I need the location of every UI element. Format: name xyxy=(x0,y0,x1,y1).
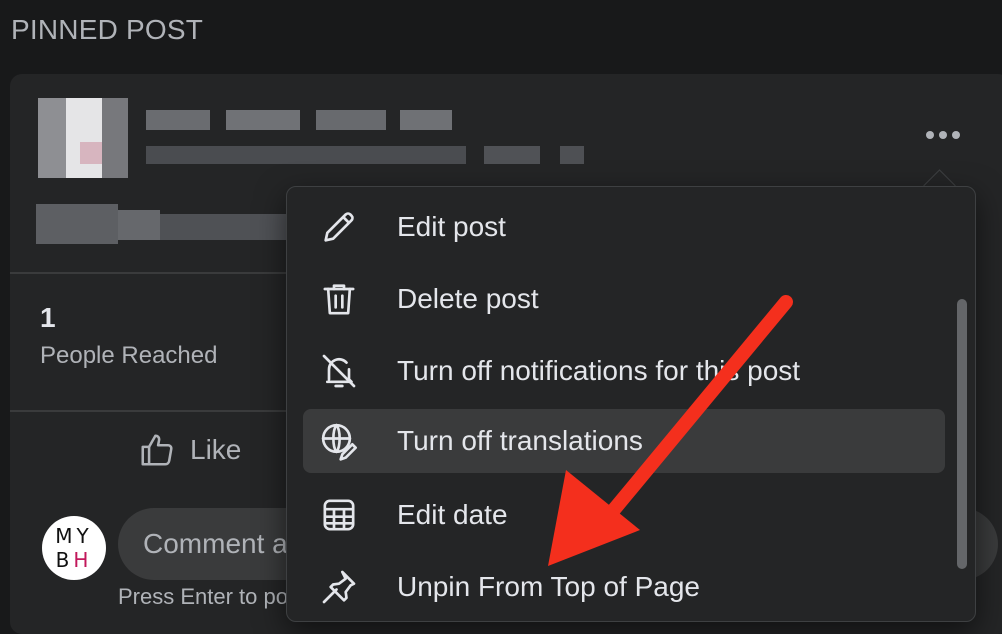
menu-item-label: Turn off translations xyxy=(397,425,643,456)
menu-item-edit-post[interactable]: Edit post xyxy=(303,195,945,259)
menu-item-turn-off-notifications[interactable]: Turn off notifications for this post xyxy=(303,339,945,403)
menu-item-label: Edit post xyxy=(397,211,506,242)
divider xyxy=(10,272,310,274)
commenter-avatar[interactable]: MY BH xyxy=(42,516,106,580)
bell-off-icon xyxy=(317,349,361,393)
menu-item-turn-off-translations[interactable]: Turn off translations xyxy=(303,409,945,473)
menu-item-label: Turn off notifications for this post xyxy=(397,355,801,386)
section-title: PINNED POST xyxy=(11,14,204,45)
more-horizontal-icon xyxy=(926,131,960,139)
menu-item-label: Edit date xyxy=(397,499,508,530)
menu-item-label: Unpin From Top of Page xyxy=(397,571,700,602)
avatar-text-h: H xyxy=(73,548,93,572)
people-reached-label: People Reached xyxy=(40,342,218,369)
menu-item-edit-date[interactable]: Edit date xyxy=(303,483,945,547)
trash-icon xyxy=(317,277,361,321)
menu-item-label: Delete post xyxy=(397,283,539,314)
more-options-button[interactable] xyxy=(920,120,966,150)
comment-hint: Press Enter to post. xyxy=(118,584,312,609)
post-options-menu: Edit post Delete post Turn off notificat… xyxy=(286,186,976,622)
globe-translate-icon xyxy=(317,419,361,463)
pin-icon xyxy=(317,565,361,609)
thumbs-up-icon xyxy=(141,434,173,466)
author-avatar[interactable] xyxy=(38,98,128,178)
menu-item-delete-post[interactable]: Delete post xyxy=(303,267,945,331)
menu-scrollbar[interactable] xyxy=(957,299,967,569)
menu-item-unpin-from-top[interactable]: Unpin From Top of Page xyxy=(303,555,945,619)
like-button[interactable]: Like xyxy=(138,430,241,470)
calendar-icon xyxy=(317,493,361,537)
avatar-text-line1: MY xyxy=(55,524,93,548)
divider xyxy=(10,410,310,412)
avatar-text-b: B xyxy=(55,548,74,572)
pencil-icon xyxy=(317,205,361,249)
like-label: Like xyxy=(190,434,242,465)
people-reached-count: 1 xyxy=(40,302,56,333)
